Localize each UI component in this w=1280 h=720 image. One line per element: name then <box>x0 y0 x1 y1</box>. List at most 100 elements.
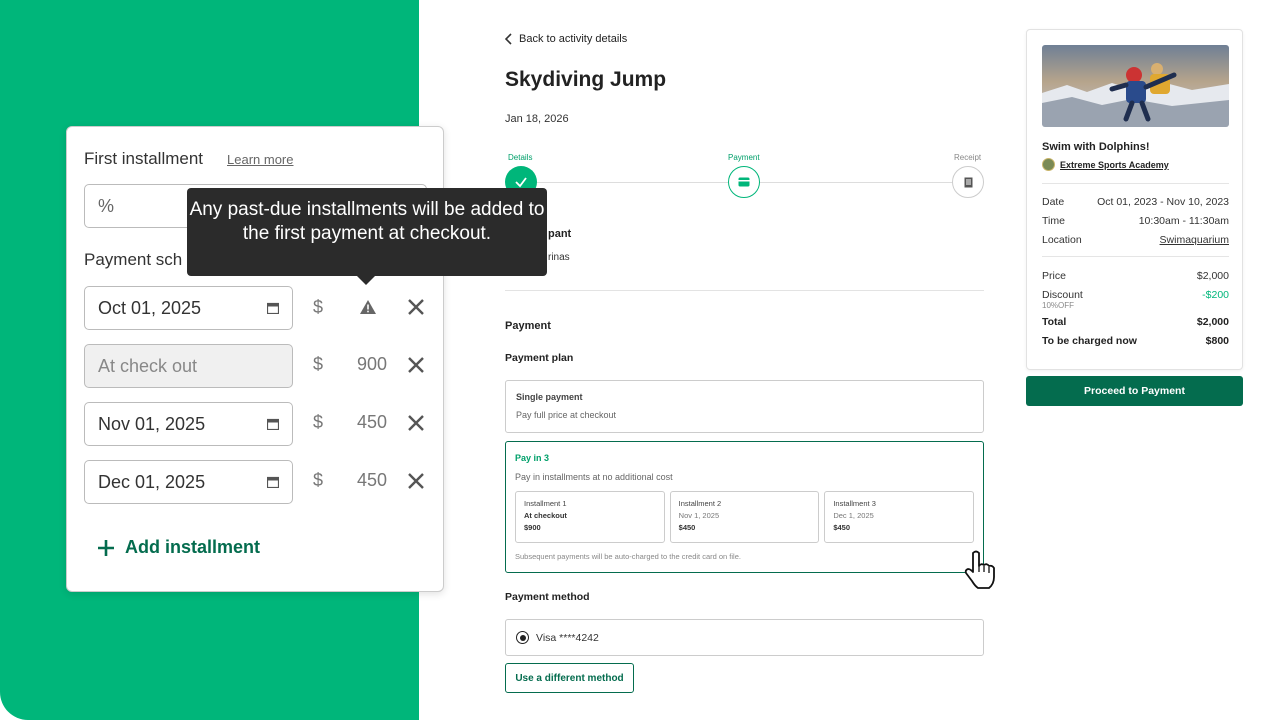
installment-date-input-2: At check out <box>84 344 293 388</box>
pay-in-3-option[interactable]: Pay in 3 Pay in installments at no addit… <box>505 441 984 573</box>
currency-symbol: $ <box>313 412 324 432</box>
price-label: Price <box>1042 270 1066 282</box>
step-label-receipt: Receipt <box>954 153 982 162</box>
learn-more-link[interactable]: Learn more <box>227 152 293 167</box>
installment-amount-input[interactable]: 450 <box>337 412 387 433</box>
charged-label: To be charged now <box>1042 335 1137 347</box>
provider-link[interactable]: Extreme Sports Academy <box>1060 160 1169 170</box>
saved-card-label: Visa ****4242 <box>536 631 599 644</box>
payment-method-heading: Payment method <box>505 591 590 603</box>
saved-card-option[interactable]: Visa ****4242 <box>505 619 984 656</box>
total-row: Total $2,000 <box>1042 316 1229 328</box>
installment-title: Installment 3 <box>833 499 876 508</box>
installment-date: Nov 1, 2025 <box>678 511 720 520</box>
row-value: Oct 01, 2023 - Nov 10, 2023 <box>1097 196 1229 208</box>
installment-date-input-1[interactable]: Oct 01, 2025 <box>84 286 293 330</box>
installment-title: Installment 2 <box>678 499 722 508</box>
payment-plan-heading: Payment plan <box>505 352 574 364</box>
installment-date-input-3[interactable]: Nov 01, 2025 <box>84 402 293 446</box>
installment-amount-input[interactable]: 900 <box>337 354 387 375</box>
page-title: Skydiving Jump <box>505 68 667 91</box>
payment-heading: Payment <box>505 320 551 332</box>
single-payment-option[interactable]: Single payment Pay full price at checkou… <box>505 380 984 433</box>
single-payment-title: Single payment <box>516 392 583 402</box>
installment-title: Installment 1 <box>524 499 567 508</box>
chevron-left-icon <box>505 33 512 45</box>
step-payment[interactable] <box>728 166 760 198</box>
charged-value: $800 <box>1205 335 1229 347</box>
back-link-label: Back to activity details <box>519 33 628 45</box>
installment-date-input-4[interactable]: Dec 01, 2025 <box>84 460 293 504</box>
single-payment-desc: Pay full price at checkout <box>516 410 617 420</box>
participant-name: rinas <box>548 252 570 263</box>
discount-row: Discount -$200 <box>1042 289 1229 301</box>
price-row: Price $2,000 <box>1042 270 1229 282</box>
installment-date: Dec 1, 2025 <box>833 511 874 520</box>
installment-amount-input[interactable]: 450 <box>337 470 387 491</box>
summary-row-date: Date Oct 01, 2023 - Nov 10, 2023 <box>1042 196 1229 208</box>
order-summary-card: Swim with Dolphins! Extreme Sports Acade… <box>1026 29 1243 370</box>
installment-card-3: Installment 3 Dec 1, 2025 $450 <box>824 491 975 543</box>
past-due-tooltip: Any past-due installments will be added … <box>187 188 547 285</box>
back-link[interactable]: Back to activity details <box>505 33 627 45</box>
step-label-payment: Payment <box>728 153 760 162</box>
proceed-to-payment-button[interactable]: Proceed to Payment <box>1026 376 1243 406</box>
currency-symbol: $ <box>313 297 324 317</box>
remove-installment-icon[interactable] <box>407 356 425 374</box>
calendar-icon[interactable] <box>267 476 279 488</box>
row-value: 10:30am - 11:30am <box>1138 215 1229 227</box>
remove-installment-icon[interactable] <box>407 414 425 432</box>
divider <box>1042 256 1229 257</box>
summary-row-location: Location Swimaquarium <box>1042 234 1229 246</box>
pay-in-3-title: Pay in 3 <box>515 453 550 463</box>
plus-icon <box>98 539 114 556</box>
installment-amount: $900 <box>524 523 541 532</box>
add-installment-button[interactable]: Add installment <box>97 537 260 558</box>
discount-note: 10%OFF <box>1042 301 1075 310</box>
first-installment-label: First installment <box>84 149 204 168</box>
remove-installment-icon[interactable] <box>407 472 425 490</box>
summary-row-time: Time 10:30am - 11:30am <box>1042 215 1229 227</box>
credit-card-icon <box>738 177 750 187</box>
installment-amount: $450 <box>678 523 696 532</box>
percent-placeholder: % <box>98 195 115 216</box>
total-label: Total <box>1042 316 1067 328</box>
check-icon <box>515 177 527 188</box>
divider <box>1042 183 1229 184</box>
currency-symbol: $ <box>313 354 324 374</box>
installment-note: Subsequent payments will be auto-charged… <box>515 552 741 561</box>
charged-now-row: To be charged now $800 <box>1042 335 1229 347</box>
divider <box>505 290 984 291</box>
row-label: Time <box>1042 215 1065 227</box>
date-value: At check out <box>98 355 198 376</box>
row-label: Location <box>1042 234 1082 246</box>
hand-cursor-icon <box>964 550 995 589</box>
installment-card-2: Installment 2 Nov 1, 2025 $450 <box>669 491 820 543</box>
use-different-method-button[interactable]: Use a different method <box>505 663 634 693</box>
pay-in-3-desc: Pay in installments at no additional cos… <box>515 472 673 482</box>
installment-date: At checkout <box>524 511 567 520</box>
step-label-details: Details <box>508 153 533 162</box>
warning-icon[interactable] <box>359 299 377 315</box>
add-installment-label: Add installment <box>125 537 261 557</box>
row-label: Date <box>1042 196 1065 208</box>
installment-card-1: Installment 1 At checkout $900 <box>515 491 665 543</box>
radio-selected[interactable] <box>516 631 529 644</box>
date-value: Nov 01, 2025 <box>98 413 206 434</box>
installment-amount: $450 <box>833 523 851 532</box>
calendar-icon[interactable] <box>267 302 279 314</box>
receipt-icon <box>964 177 972 187</box>
calendar-icon[interactable] <box>267 418 279 430</box>
provider-logo <box>1042 158 1055 171</box>
activity-date: Jan 18, 2026 <box>505 113 569 125</box>
remove-installment-icon[interactable] <box>407 298 425 316</box>
date-value: Dec 01, 2025 <box>98 471 206 492</box>
location-link[interactable]: Swimaquarium <box>1160 234 1229 246</box>
step-receipt[interactable] <box>952 166 984 198</box>
price-value: $2,000 <box>1196 270 1229 282</box>
date-value: Oct 01, 2025 <box>98 297 202 318</box>
activity-name: Swim with Dolphins! <box>1042 141 1150 153</box>
total-value: $2,000 <box>1196 316 1229 328</box>
participant-heading: pant <box>548 228 572 240</box>
discount-value: -$200 <box>1202 289 1229 301</box>
